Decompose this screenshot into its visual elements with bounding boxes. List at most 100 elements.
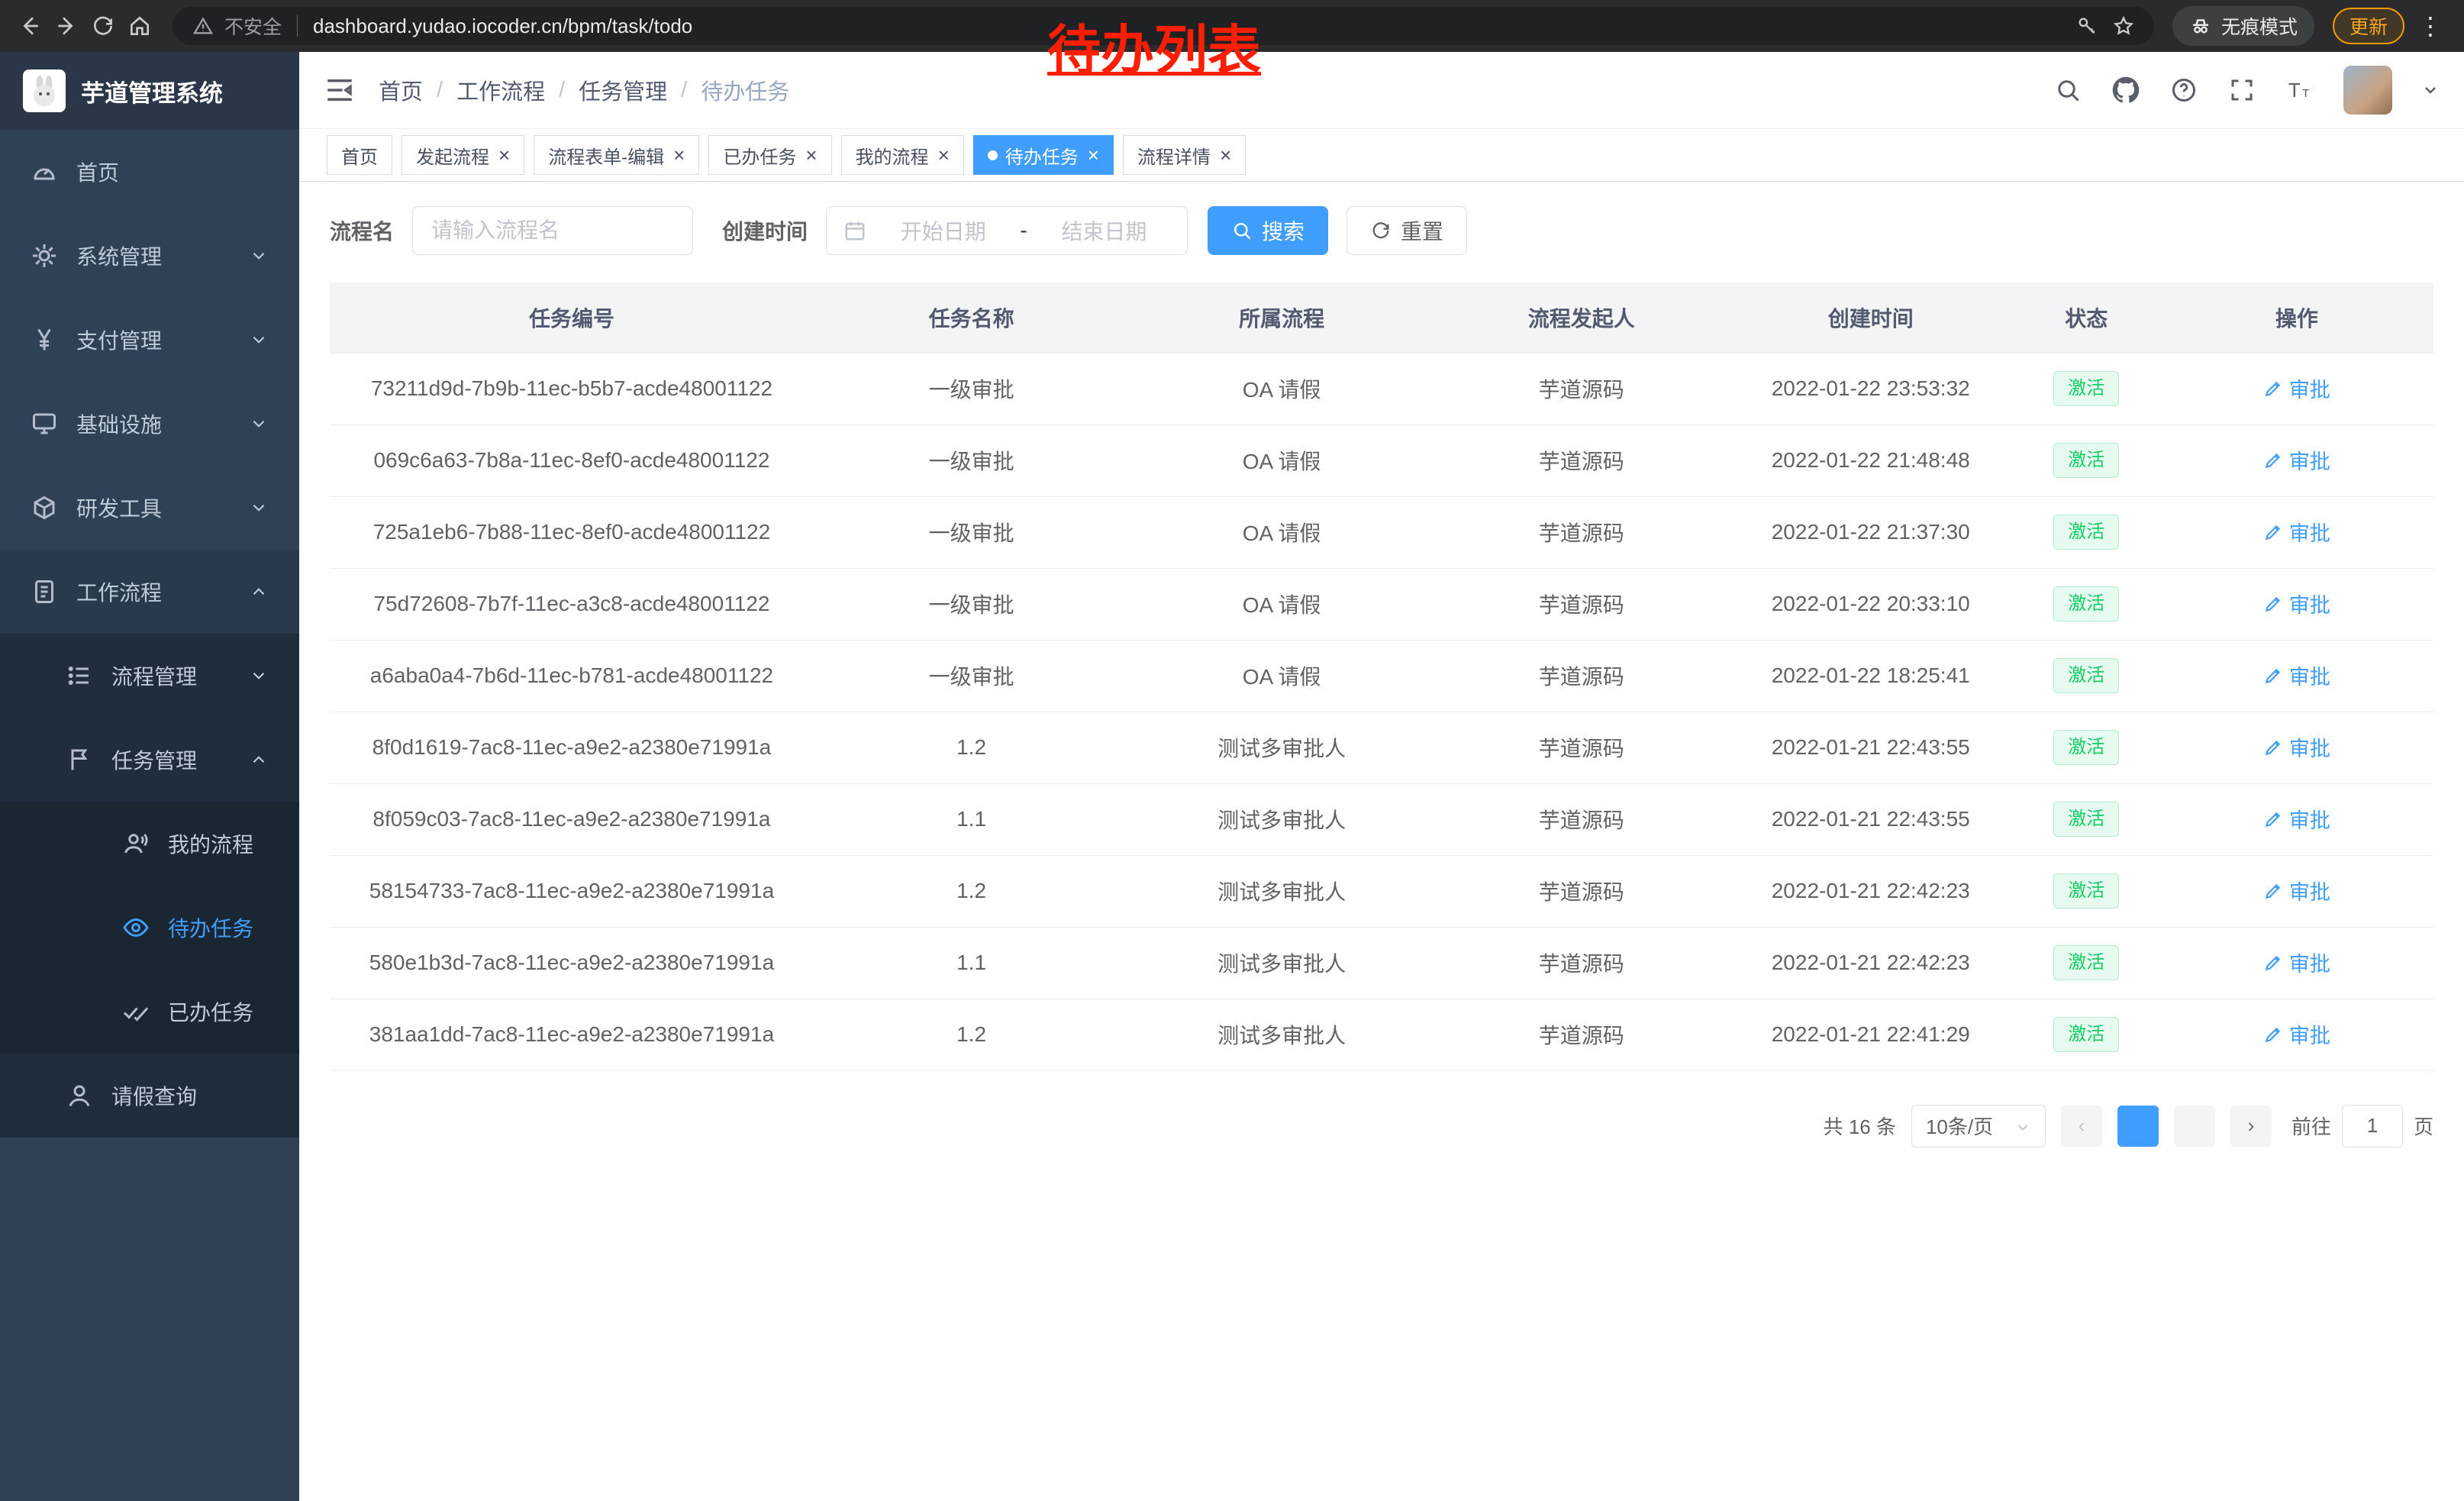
approve-link[interactable]: 审批 bbox=[2263, 876, 2330, 905]
tab[interactable]: 已办任务 × bbox=[708, 135, 831, 175]
incognito-chip[interactable]: 无痕模式 bbox=[2172, 6, 2314, 46]
sidebar-collapse-icon[interactable] bbox=[324, 74, 356, 106]
chevron-down-icon[interactable] bbox=[2421, 81, 2440, 99]
tab[interactable]: 我的流程 × bbox=[841, 135, 964, 175]
chevron-down-icon bbox=[249, 246, 269, 266]
approve-link[interactable]: 审批 bbox=[2263, 1019, 2330, 1049]
sidebar-item-devtools[interactable]: 研发工具 bbox=[0, 466, 299, 550]
close-icon[interactable]: × bbox=[498, 145, 510, 165]
start-date-placeholder[interactable]: 开始日期 bbox=[877, 215, 1009, 246]
help-icon[interactable] bbox=[2169, 76, 2198, 105]
sidebar-item-home[interactable]: 首页 bbox=[0, 130, 299, 214]
sidebar-item-task-mgmt[interactable]: 任务管理 bbox=[0, 718, 299, 802]
browser-toolbar: 不安全 dashboard.yudao.iocoder.cn/bpm/task/… bbox=[0, 0, 2464, 52]
github-icon[interactable] bbox=[2111, 76, 2140, 105]
end-date-placeholder[interactable]: 结束日期 bbox=[1038, 215, 1170, 246]
close-icon[interactable]: × bbox=[1088, 145, 1099, 165]
home-icon[interactable] bbox=[125, 11, 154, 40]
sidebar-item-payment[interactable]: 支付管理 bbox=[0, 298, 299, 382]
cell-task-id: a6aba0a4-7b6d-11ec-b781-acde48001122 bbox=[330, 640, 814, 712]
refresh-icon[interactable] bbox=[89, 11, 118, 40]
sidebar-item-done-tasks[interactable]: 已办任务 bbox=[0, 970, 299, 1054]
back-icon[interactable] bbox=[15, 11, 44, 40]
tab[interactable]: 流程详情 × bbox=[1123, 135, 1246, 175]
table-row: 381aa1dd-7ac8-11ec-a9e2-a2380e71991a 1.2… bbox=[330, 999, 2433, 1070]
status-badge: 激活 bbox=[2053, 1017, 2119, 1053]
process-name-input[interactable] bbox=[412, 206, 693, 255]
cell-process: OA 请假 bbox=[1129, 496, 1434, 568]
tab[interactable]: 首页 × bbox=[327, 135, 392, 175]
cell-created: 2022-01-21 22:43:55 bbox=[1729, 783, 2013, 855]
sidebar-item-workflow[interactable]: 工作流程 bbox=[0, 550, 299, 634]
search-button[interactable]: 搜索 bbox=[1208, 206, 1328, 255]
breadcrumb-item[interactable]: 任务管理 bbox=[579, 74, 667, 106]
approve-link[interactable]: 审批 bbox=[2263, 517, 2330, 547]
security-label[interactable]: 不安全 bbox=[224, 12, 282, 40]
cell-task-id: 381aa1dd-7ac8-11ec-a9e2-a2380e71991a bbox=[330, 999, 814, 1070]
next-page-button[interactable]: › bbox=[2230, 1106, 2272, 1147]
logo[interactable]: 芋道管理系统 bbox=[0, 52, 299, 130]
logo-image bbox=[23, 69, 66, 112]
date-range-picker[interactable]: 开始日期 - 结束日期 bbox=[826, 206, 1188, 255]
approve-link[interactable]: 审批 bbox=[2263, 804, 2330, 834]
avatar[interactable] bbox=[2343, 66, 2392, 115]
workflow-icon bbox=[31, 578, 58, 605]
cell-task-name: 1.1 bbox=[814, 927, 1129, 999]
tab[interactable]: 待办任务 × bbox=[973, 135, 1114, 175]
page-size-select[interactable]: 10条/页 bbox=[1911, 1105, 2046, 1148]
breadcrumb-item[interactable]: 首页 bbox=[379, 74, 423, 106]
sidebar-item-my-process[interactable]: 我的流程 bbox=[0, 802, 299, 886]
prev-page-button[interactable]: ‹ bbox=[2061, 1106, 2102, 1147]
update-button[interactable]: 更新 bbox=[2333, 8, 2404, 44]
close-icon[interactable]: × bbox=[673, 145, 685, 165]
goto-page-input[interactable] bbox=[2342, 1105, 2403, 1148]
breadcrumb-item[interactable]: 工作流程 bbox=[456, 74, 545, 106]
sidebar-item-label: 首页 bbox=[76, 157, 119, 187]
reset-button[interactable]: 重置 bbox=[1346, 206, 1467, 255]
tab[interactable]: 发起流程 × bbox=[402, 135, 524, 175]
close-icon[interactable]: × bbox=[1220, 145, 1231, 165]
cell-created: 2022-01-22 21:48:48 bbox=[1729, 424, 2013, 496]
page-number-button[interactable] bbox=[2117, 1106, 2159, 1147]
approve-link[interactable]: 审批 bbox=[2263, 947, 2330, 977]
sidebar: 芋道管理系统 首页 系统管理 支付管理 基础设施 bbox=[0, 52, 299, 1501]
total-count: 共 16 条 bbox=[1824, 1112, 1896, 1140]
edit-icon bbox=[2263, 450, 2283, 470]
table-row: 75d72608-7b7f-11ec-a3c8-acde48001122 一级审… bbox=[330, 568, 2433, 640]
cell-process: OA 请假 bbox=[1129, 568, 1434, 640]
sidebar-item-system[interactable]: 系统管理 bbox=[0, 214, 299, 298]
font-size-icon[interactable]: TT bbox=[2285, 76, 2314, 105]
approve-label: 审批 bbox=[2289, 445, 2330, 475]
approve-link[interactable]: 审批 bbox=[2263, 373, 2330, 403]
close-icon[interactable]: × bbox=[938, 145, 950, 165]
calendar-icon bbox=[843, 219, 866, 242]
tab[interactable]: 流程表单-编辑 × bbox=[534, 135, 699, 175]
approve-link[interactable]: 审批 bbox=[2263, 589, 2330, 618]
approve-link[interactable]: 审批 bbox=[2263, 660, 2330, 690]
approve-link[interactable]: 审批 bbox=[2263, 445, 2330, 475]
status-badge: 激活 bbox=[2053, 515, 2119, 550]
forward-icon[interactable] bbox=[52, 11, 81, 40]
url-bar[interactable]: 不安全 dashboard.yudao.iocoder.cn/bpm/task/… bbox=[173, 7, 2154, 45]
approve-link[interactable]: 审批 bbox=[2263, 732, 2330, 762]
page-number-button[interactable] bbox=[2174, 1106, 2215, 1147]
incognito-label: 无痕模式 bbox=[2221, 12, 2298, 40]
col-process: 所属流程 bbox=[1129, 282, 1434, 353]
cell-task-name: 1.2 bbox=[814, 855, 1129, 927]
status-badge: 激活 bbox=[2053, 658, 2119, 694]
search-icon[interactable] bbox=[2053, 76, 2082, 105]
sidebar-item-leave-query[interactable]: 请假查询 bbox=[0, 1054, 299, 1138]
tab-label: 流程详情 bbox=[1137, 142, 1211, 169]
fullscreen-icon[interactable] bbox=[2227, 76, 2256, 105]
close-icon[interactable]: × bbox=[805, 145, 817, 165]
url-text[interactable]: dashboard.yudao.iocoder.cn/bpm/task/todo bbox=[313, 15, 2066, 38]
tags-bar: 首页 × 发起流程 × 流程表单-编辑 × 已办任务 × 我的流程 bbox=[299, 128, 2464, 182]
bookmark-star-icon[interactable] bbox=[2113, 15, 2134, 37]
browser-menu-icon[interactable]: ⋮ bbox=[2412, 11, 2449, 40]
sidebar-item-infra[interactable]: 基础设施 bbox=[0, 382, 299, 466]
key-icon[interactable] bbox=[2076, 15, 2098, 37]
col-action: 操作 bbox=[2160, 282, 2433, 353]
sidebar-item-todo-tasks[interactable]: 待办任务 bbox=[0, 886, 299, 970]
cell-status: 激活 bbox=[2013, 640, 2160, 712]
sidebar-item-process-mgmt[interactable]: 流程管理 bbox=[0, 634, 299, 718]
